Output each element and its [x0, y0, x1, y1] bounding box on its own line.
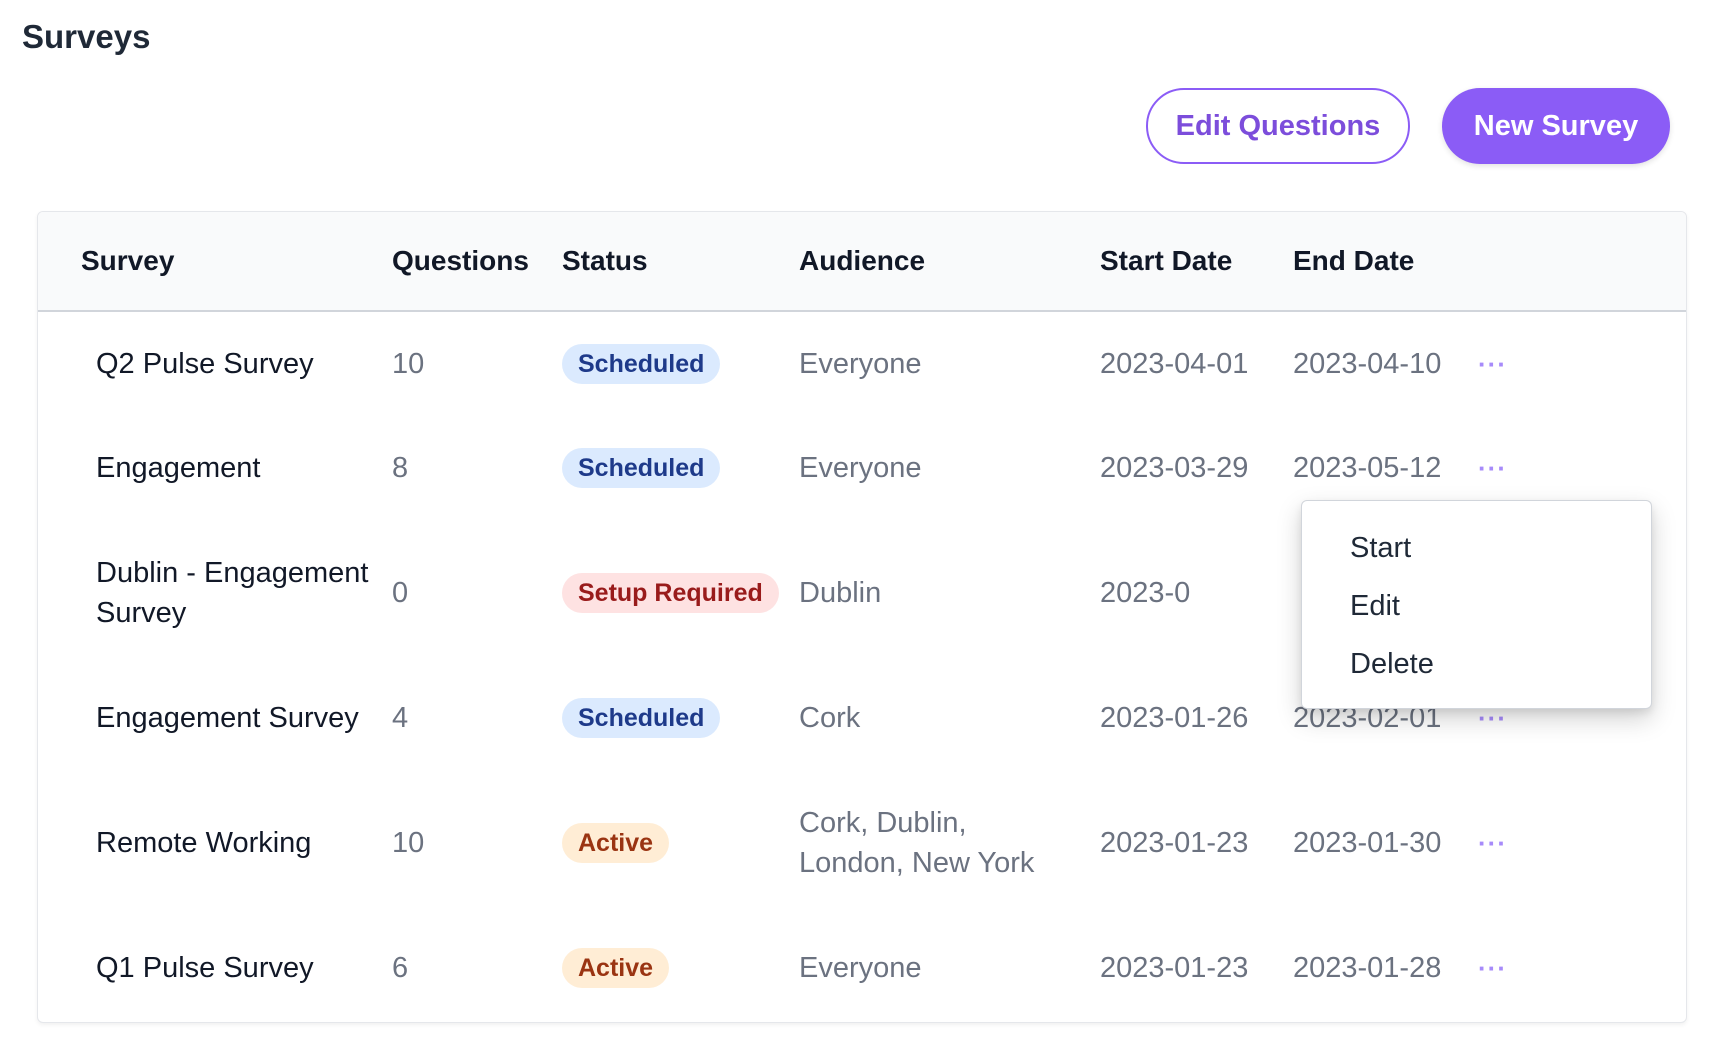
- status-badge: Scheduled: [562, 344, 721, 384]
- status-badge: Scheduled: [562, 448, 721, 488]
- edit-questions-button[interactable]: Edit Questions: [1146, 88, 1410, 164]
- header-survey[interactable]: Survey: [81, 212, 174, 310]
- header-start-date[interactable]: Start Date: [1100, 212, 1232, 310]
- question-count: 8: [392, 452, 409, 484]
- more-options-icon[interactable]: ···: [1478, 916, 1507, 1020]
- menu-item-delete[interactable]: Delete: [1302, 637, 1651, 695]
- audience: Dublin: [799, 577, 882, 609]
- status-badge: Setup Required: [562, 573, 779, 613]
- menu-item-edit[interactable]: Edit: [1302, 579, 1651, 637]
- status-cell: Active: [562, 916, 670, 1020]
- status-badge: Scheduled: [562, 698, 721, 738]
- question-count: 4: [392, 702, 409, 734]
- status-badge: Active: [562, 823, 670, 863]
- survey-name[interactable]: Q1 Pulse Survey: [96, 916, 396, 1020]
- survey-name[interactable]: Engagement Survey: [96, 666, 396, 770]
- end-date: 2023-04-10: [1293, 348, 1442, 380]
- status-cell: Setup Required: [562, 520, 779, 666]
- status-badge: Active: [562, 948, 670, 988]
- header-status[interactable]: Status: [562, 212, 648, 310]
- end-date: 2023-01-28: [1293, 952, 1442, 984]
- start-date: 2023-01-26: [1100, 702, 1249, 734]
- audience: Everyone: [799, 952, 922, 984]
- status-cell: Scheduled: [562, 666, 721, 770]
- header-audience[interactable]: Audience: [799, 212, 925, 310]
- question-count: 0: [392, 577, 409, 609]
- table-row[interactable]: Q1 Pulse Survey 6 Active Everyone 2023-0…: [38, 916, 1686, 1020]
- row-actions-menu: Start Edit Delete: [1301, 500, 1652, 709]
- start-date: 2023-04-01: [1100, 348, 1249, 380]
- menu-item-start[interactable]: Start: [1302, 521, 1651, 579]
- header-questions[interactable]: Questions: [392, 212, 529, 310]
- page-title: Surveys: [22, 18, 151, 55]
- status-cell: Active: [562, 770, 670, 916]
- start-date: 2023-01-23: [1100, 952, 1249, 984]
- audience: Everyone: [799, 348, 922, 380]
- table-header: Survey Questions Status Audience Start D…: [38, 212, 1686, 312]
- start-date: 2023-0: [1100, 577, 1191, 609]
- survey-name[interactable]: Dublin - Engagement Survey: [96, 520, 386, 666]
- status-cell: Scheduled: [562, 312, 721, 416]
- survey-name[interactable]: Q2 Pulse Survey: [96, 312, 396, 416]
- survey-name[interactable]: Engagement: [96, 416, 396, 520]
- start-date: 2023-01-23: [1100, 827, 1249, 859]
- audience: Cork, Dublin, London, New York: [799, 807, 1035, 879]
- end-date: 2023-01-30: [1293, 827, 1442, 859]
- question-count: 10: [392, 827, 425, 859]
- audience: Cork: [799, 702, 861, 734]
- question-count: 6: [392, 952, 409, 984]
- survey-name[interactable]: Remote Working: [96, 770, 396, 916]
- status-cell: Scheduled: [562, 416, 721, 520]
- table-row[interactable]: Q2 Pulse Survey 10 Scheduled Everyone 20…: [38, 312, 1686, 416]
- start-date: 2023-03-29: [1100, 452, 1249, 484]
- new-survey-button[interactable]: New Survey: [1442, 88, 1670, 164]
- table-row[interactable]: Remote Working 10 Active Cork, Dublin, L…: [38, 770, 1686, 916]
- more-options-icon[interactable]: ···: [1478, 770, 1507, 916]
- header-end-date[interactable]: End Date: [1293, 212, 1414, 310]
- more-options-icon[interactable]: ···: [1478, 312, 1507, 416]
- question-count: 10: [392, 348, 425, 380]
- audience: Everyone: [799, 452, 922, 484]
